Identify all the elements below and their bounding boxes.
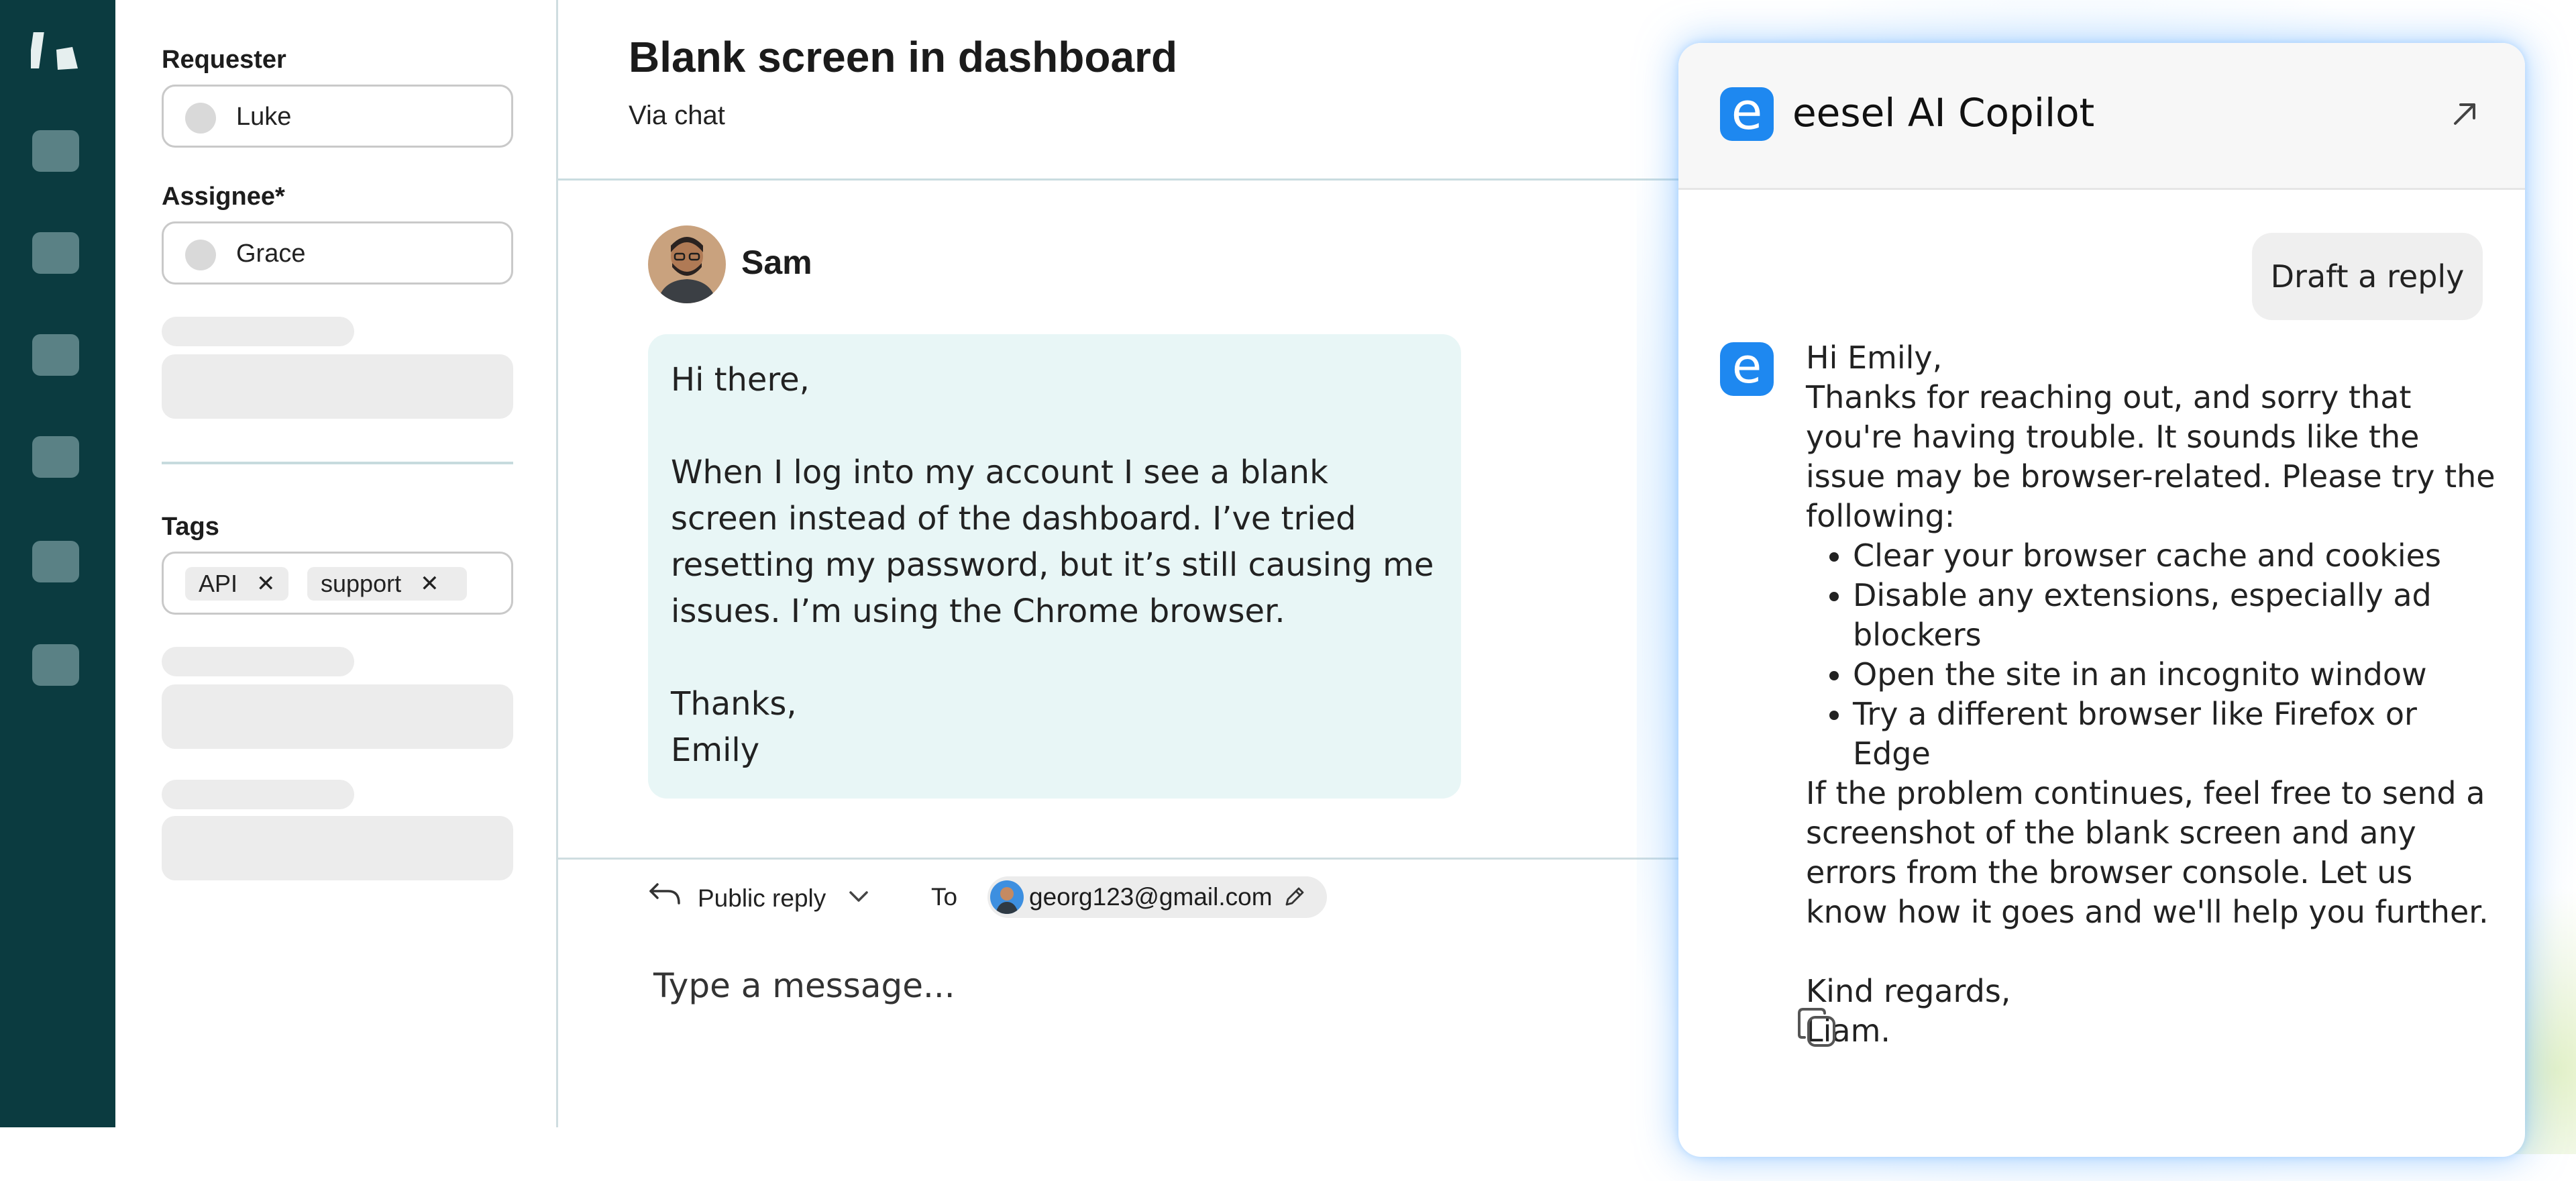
chevron-down-icon[interactable]	[847, 887, 871, 906]
fields-divider	[162, 462, 513, 464]
sender-name: Sam	[741, 244, 812, 281]
nav-item-6[interactable]	[32, 644, 79, 686]
expand-arrow-icon[interactable]	[2449, 98, 2481, 130]
nav-item-2[interactable]	[32, 232, 79, 274]
message-input[interactable]: Type a message...	[653, 966, 955, 1005]
skeleton-field	[162, 354, 513, 419]
sender-avatar	[648, 225, 726, 303]
assignee-value: Grace	[236, 240, 306, 268]
header-divider	[558, 178, 1685, 181]
copilot-panel: e eesel AI Copilot Draft a reply e Hi Em…	[1678, 43, 2525, 1157]
skeleton-label	[162, 317, 354, 346]
message-greeting: Hi there,	[671, 361, 810, 399]
requester-field[interactable]: Luke	[162, 85, 513, 148]
ticket-title: Blank screen in dashboard	[629, 33, 1178, 81]
tag-chip: API ✕	[185, 567, 288, 601]
skeleton-label	[162, 780, 354, 809]
requester-avatar	[185, 103, 216, 134]
nav-item-3[interactable]	[32, 334, 79, 376]
copilot-avatar-icon: e	[1720, 342, 1774, 396]
reply-regards: Kind regards,	[1806, 973, 2011, 1009]
copilot-draft-reply: Hi Emily, Thanks for reaching out, and s…	[1806, 338, 2504, 1051]
reply-greeting: Hi Emily,	[1806, 340, 1943, 376]
copy-icon[interactable]	[1796, 1005, 1839, 1051]
compose-divider	[558, 858, 1685, 860]
tag-label: API	[199, 570, 238, 597]
reply-step: Try a different browser like Firefox or …	[1853, 695, 2504, 774]
message-bubble: Hi there, When I log into my account I s…	[648, 334, 1461, 799]
copilot-logo-icon: e	[1720, 86, 1774, 141]
tags-field[interactable]: API ✕ support ✕	[162, 552, 513, 615]
nav-rail	[0, 0, 115, 1127]
skeleton-field	[162, 816, 513, 880]
nav-item-1[interactable]	[32, 130, 79, 172]
remove-tag-icon[interactable]: ✕	[256, 570, 276, 597]
to-label: To	[931, 883, 958, 911]
reply-intro: Thanks for reaching out, and sorry that …	[1806, 379, 2496, 534]
reply-signature: Liam.	[1806, 1013, 1891, 1049]
nav-item-5[interactable]	[32, 541, 79, 582]
reply-step: Open the site in an incognito window	[1853, 655, 2504, 695]
tags-label: Tags	[162, 513, 219, 541]
skeleton-label	[162, 647, 354, 676]
reply-step: Clear your browser cache and cookies	[1853, 536, 2504, 576]
reply-closing: If the problem continues, feel free to s…	[1806, 775, 2489, 930]
tag-label: support	[321, 570, 402, 597]
app-logo-icon[interactable]	[31, 31, 85, 71]
recipient-email: georg123@gmail.com	[1029, 883, 1273, 911]
reply-step: Disable any extensions, especially ad bl…	[1853, 576, 2504, 655]
requester-value: Luke	[236, 103, 292, 131]
message-body: When I log into my account I see a blank…	[671, 454, 1434, 630]
assignee-field[interactable]: Grace	[162, 221, 513, 285]
remove-tag-icon[interactable]: ✕	[420, 570, 439, 597]
assignee-avatar	[185, 240, 216, 270]
reply-type-selector[interactable]: Public reply	[698, 884, 826, 913]
reply-icon[interactable]	[648, 880, 682, 907]
requester-label: Requester	[162, 46, 286, 74]
draft-reply-button[interactable]: Draft a reply	[2252, 233, 2483, 320]
tag-chip: support ✕	[307, 567, 467, 601]
ticket-channel: Via chat	[629, 101, 725, 130]
edit-pencil-icon[interactable]	[1283, 886, 1305, 909]
reply-steps: Clear your browser cache and cookies Dis…	[1806, 536, 2504, 774]
recipient-chip[interactable]: georg123@gmail.com	[987, 876, 1327, 918]
assignee-label: Assignee*	[162, 183, 285, 211]
nav-item-4[interactable]	[32, 436, 79, 478]
recipient-avatar	[990, 880, 1024, 914]
copilot-title: eesel AI Copilot	[1792, 90, 2095, 136]
skeleton-field	[162, 684, 513, 749]
message-signoff: Thanks, Emily	[671, 685, 797, 769]
